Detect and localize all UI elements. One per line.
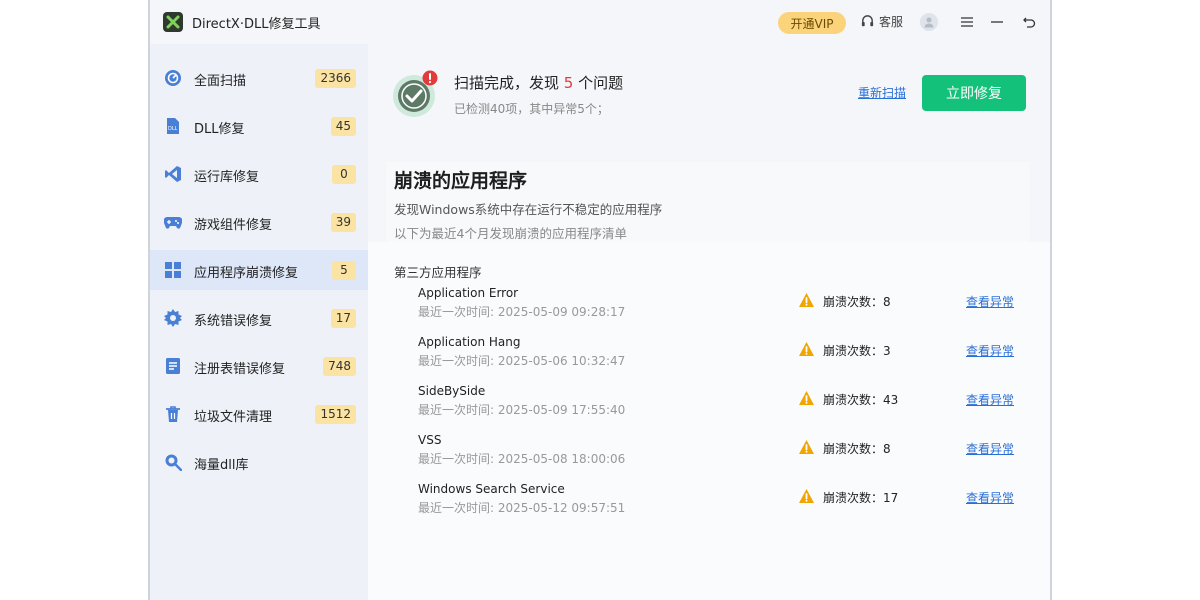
warning-icon bbox=[799, 489, 814, 503]
scan-summary-title: 扫描完成，发现 5 个问题 bbox=[454, 74, 624, 92]
sidebar-item-dll-repair[interactable]: DLL DLL修复 45 bbox=[150, 106, 368, 146]
sidebar-item-registry-repair[interactable]: 注册表错误修复 748 bbox=[150, 346, 368, 386]
list-item: Windows Search Service 最近一次时间: 2025-05-1… bbox=[368, 482, 1050, 528]
headset-icon bbox=[861, 15, 874, 27]
sidebar-item-label: 垃圾文件清理 bbox=[194, 410, 273, 425]
menu-button[interactable] bbox=[958, 13, 976, 31]
sidebar-item-label: 应用程序崩溃修复 bbox=[194, 266, 299, 281]
sidebar-item-junk-cleanup[interactable]: 垃圾文件清理 1512 bbox=[150, 394, 368, 434]
warning-icon bbox=[799, 440, 814, 454]
dll-icon: DLL bbox=[167, 118, 179, 134]
warning-icon bbox=[799, 293, 814, 307]
app-window: DirectX·DLL修复工具 开通VIP 客服 全面扫描 2366 DLL D… bbox=[148, 0, 1052, 600]
view-exception-link[interactable]: 查看异常 bbox=[966, 293, 1014, 310]
count-badge: 39 bbox=[330, 213, 356, 232]
sidebar-item-label: 运行库修复 bbox=[194, 170, 260, 185]
sidebar-item-label: 系统错误修复 bbox=[194, 314, 273, 329]
sidebar-item-dll-library[interactable]: 海量dll库 bbox=[150, 442, 368, 482]
registry-icon bbox=[166, 358, 180, 374]
scan-icon bbox=[165, 70, 181, 86]
sidebar-item-full-scan[interactable]: 全面扫描 2366 bbox=[150, 58, 368, 98]
app-name: Windows Search Service bbox=[418, 482, 565, 496]
gear-icon bbox=[164, 309, 182, 327]
sidebar-item-game-repair[interactable]: 游戏组件修复 39 bbox=[150, 202, 368, 242]
view-exception-link[interactable]: 查看异常 bbox=[966, 440, 1014, 457]
group-label: 第三方应用程序 bbox=[394, 265, 482, 280]
count-badge: 45 bbox=[330, 117, 356, 136]
avatar[interactable] bbox=[920, 13, 938, 31]
section-title: 崩溃的应用程序 bbox=[394, 170, 528, 192]
list-item: Application Hang 最近一次时间: 2025-05-06 10:3… bbox=[368, 335, 1050, 381]
last-time: 最近一次时间: 2025-05-08 18:00:06 bbox=[418, 452, 626, 466]
count-badge: 5 bbox=[332, 261, 356, 280]
view-exception-link[interactable]: 查看异常 bbox=[966, 391, 1014, 408]
main-panel: 扫描完成，发现 5 个问题 已检测40项，其中异常5个； 重新扫描 立即修复 崩… bbox=[368, 44, 1050, 600]
title-bar: DirectX·DLL修复工具 开通VIP 客服 bbox=[150, 0, 1050, 44]
sidebar-item-label: 注册表错误修复 bbox=[194, 362, 286, 377]
menu-icon bbox=[961, 17, 973, 27]
list-item: VSS 最近一次时间: 2025-05-08 18:00:06 崩溃次数：8 查… bbox=[368, 433, 1050, 479]
section-note: 以下为最近4个月发现崩溃的应用程序清单 bbox=[394, 226, 627, 241]
rescan-link[interactable]: 重新扫描 bbox=[858, 84, 906, 101]
fix-now-button[interactable]: 立即修复 bbox=[922, 75, 1026, 111]
sidebar-item-label: 全面扫描 bbox=[194, 74, 247, 89]
back-arrow-icon bbox=[1022, 17, 1035, 28]
issue-count: 5 bbox=[563, 74, 574, 92]
app-name: VSS bbox=[418, 433, 442, 447]
scan-complete-icon bbox=[393, 70, 438, 117]
view-exception-link[interactable]: 查看异常 bbox=[966, 342, 1014, 359]
warning-icon bbox=[799, 342, 814, 356]
trash-icon bbox=[166, 406, 180, 422]
sidebar-item-label: 游戏组件修复 bbox=[194, 218, 273, 233]
scan-summary-subtitle: 已检测40项，其中异常5个； bbox=[454, 102, 609, 116]
crash-count: 崩溃次数：17 bbox=[823, 491, 899, 505]
warning-icon bbox=[799, 391, 814, 405]
service-button[interactable]: 客服 bbox=[860, 13, 903, 30]
sidebar: 全面扫描 2366 DLL DLL修复 45 运行库修复 0 游戏组件修复 39… bbox=[150, 44, 368, 600]
crash-count: 崩溃次数：3 bbox=[823, 344, 891, 358]
app-name: Application Hang bbox=[418, 335, 521, 349]
list-item: Application Error 最近一次时间: 2025-05-09 09:… bbox=[368, 286, 1050, 332]
view-exception-link[interactable]: 查看异常 bbox=[966, 489, 1014, 506]
close-button[interactable] bbox=[1020, 13, 1038, 31]
search-icon bbox=[165, 454, 182, 471]
sidebar-item-label: 海量dll库 bbox=[194, 458, 249, 473]
apps-icon bbox=[165, 262, 181, 278]
sidebar-item-label: DLL修复 bbox=[194, 122, 245, 137]
crash-list: 第三方应用程序 Application Error 最近一次时间: 2025-0… bbox=[368, 242, 1050, 600]
sidebar-item-runtime-repair[interactable]: 运行库修复 0 bbox=[150, 154, 368, 194]
app-logo-icon bbox=[163, 12, 183, 32]
last-time: 最近一次时间: 2025-05-09 17:55:40 bbox=[418, 403, 626, 417]
list-item: SideBySide 最近一次时间: 2025-05-09 17:55:40 崩… bbox=[368, 384, 1050, 430]
sidebar-item-app-crash-repair[interactable]: 应用程序崩溃修复 5 bbox=[150, 250, 368, 290]
crash-count: 崩溃次数：8 bbox=[823, 295, 891, 309]
app-name: Application Error bbox=[418, 286, 519, 300]
gamepad-icon bbox=[164, 216, 182, 229]
minimize-icon bbox=[991, 21, 1003, 23]
count-badge: 1512 bbox=[315, 405, 356, 424]
last-time: 最近一次时间: 2025-05-12 09:57:51 bbox=[418, 501, 626, 515]
minimize-button[interactable] bbox=[988, 13, 1006, 31]
sidebar-item-system-error-repair[interactable]: 系统错误修复 17 bbox=[150, 298, 368, 338]
user-icon bbox=[924, 17, 934, 28]
section-header: 崩溃的应用程序 发现Windows系统中存在运行不稳定的应用程序 以下为最近4个… bbox=[386, 162, 1030, 242]
crash-count: 崩溃次数：43 bbox=[823, 393, 899, 407]
app-title: DirectX·DLL修复工具 bbox=[192, 17, 321, 32]
section-description: 发现Windows系统中存在运行不稳定的应用程序 bbox=[394, 202, 663, 217]
last-time: 最近一次时间: 2025-05-09 09:28:17 bbox=[418, 305, 626, 319]
service-label: 客服 bbox=[879, 15, 904, 29]
count-badge: 748 bbox=[323, 357, 356, 376]
count-badge: 2366 bbox=[315, 69, 356, 88]
runtime-icon bbox=[165, 166, 181, 182]
vip-button[interactable]: 开通VIP bbox=[778, 12, 846, 34]
crash-count: 崩溃次数：8 bbox=[823, 442, 891, 456]
app-name: SideBySide bbox=[418, 384, 486, 398]
count-badge: 0 bbox=[332, 165, 356, 184]
last-time: 最近一次时间: 2025-05-06 10:32:47 bbox=[418, 354, 626, 368]
svg-text:DLL: DLL bbox=[168, 126, 178, 132]
count-badge: 17 bbox=[330, 309, 356, 328]
